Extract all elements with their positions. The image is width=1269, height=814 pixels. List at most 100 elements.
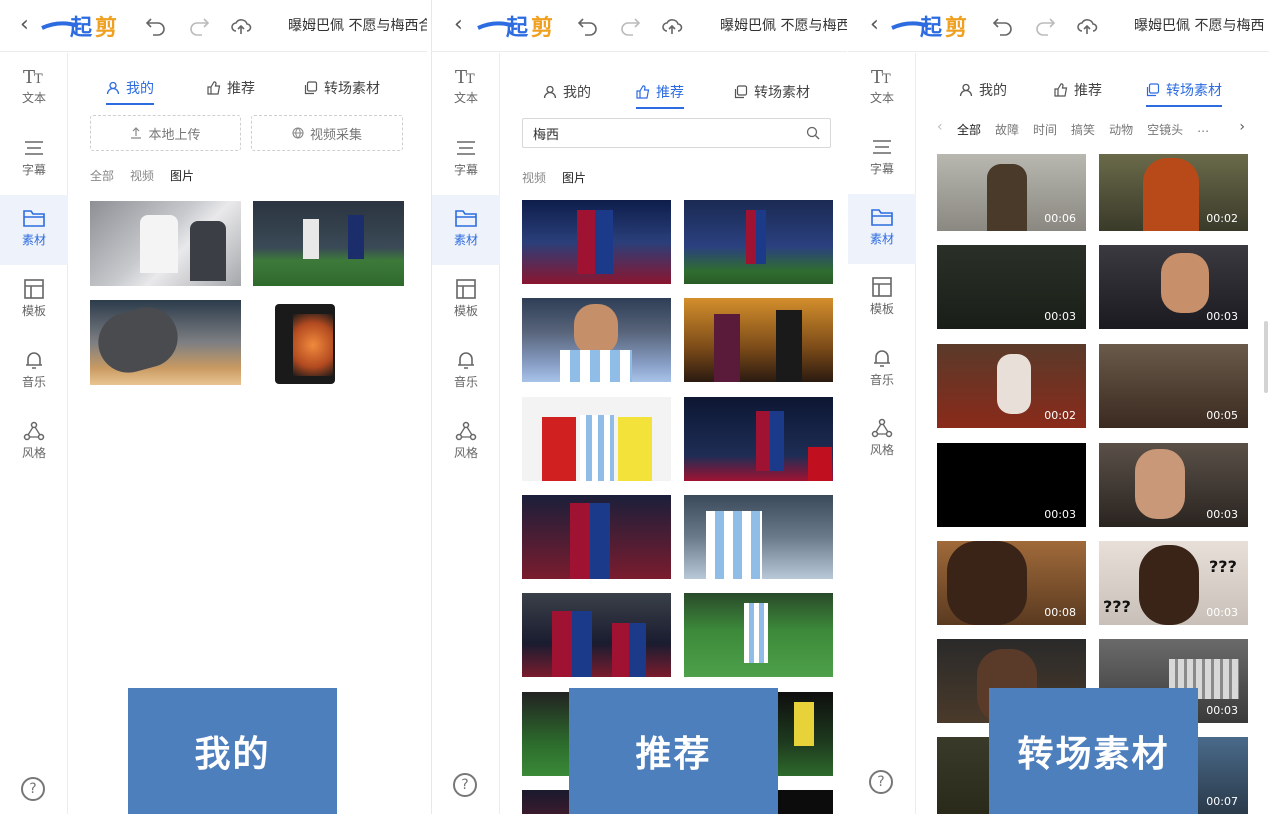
sidebar-item-label: 字幕 xyxy=(848,160,916,177)
panel-mine: ‹ 起 剪 曝姆巴佩 不愿与梅西合 TT 文本 字幕 素材 模板 音乐 xyxy=(0,0,427,814)
tab-label: 我的 xyxy=(979,80,1007,100)
video-thumbnail[interactable]: 00:03 xyxy=(937,443,1086,527)
upload-local-button[interactable]: 本地上传 xyxy=(90,115,241,151)
tab-transition[interactable]: 转场素材 xyxy=(734,77,810,107)
filter-video[interactable]: 视频 xyxy=(130,167,154,184)
redo-icon[interactable] xyxy=(619,16,641,36)
search-icon[interactable] xyxy=(806,126,820,140)
sidebar-item-text[interactable]: TT 文本 xyxy=(432,53,500,123)
tab-transition[interactable]: 转场素材 xyxy=(304,73,380,103)
filter-image[interactable]: 图片 xyxy=(170,167,194,184)
image-thumbnail[interactable] xyxy=(522,298,671,382)
tab-mine[interactable]: 我的 xyxy=(106,73,154,103)
template-icon xyxy=(22,278,46,300)
image-thumbnail[interactable] xyxy=(684,200,833,284)
scrollbar[interactable] xyxy=(1264,321,1268,393)
image-thumbnail[interactable] xyxy=(522,397,671,481)
category-empty-shot[interactable]: 空镜头 xyxy=(1147,121,1183,138)
help-icon[interactable]: ? xyxy=(453,773,477,797)
duration-label: 00:02 xyxy=(1206,212,1238,225)
image-thumbnail[interactable] xyxy=(684,593,833,677)
category-more[interactable]: … xyxy=(1197,121,1209,138)
image-thumbnail[interactable] xyxy=(684,397,833,481)
thumbs-up-icon xyxy=(636,85,650,99)
undo-icon[interactable] xyxy=(577,16,599,36)
help-icon[interactable]: ? xyxy=(869,770,893,794)
video-thumbnail[interactable]: 00:02 xyxy=(937,344,1086,428)
image-thumbnail[interactable] xyxy=(684,298,833,382)
video-thumbnail[interactable]: 00:03 xyxy=(1099,245,1248,329)
duration-label: 00:06 xyxy=(1044,212,1076,225)
sidebar-item-material[interactable]: 素材 xyxy=(432,195,500,265)
sidebar-item-style[interactable]: 风格 xyxy=(432,408,500,478)
back-icon[interactable]: ‹ xyxy=(870,12,879,37)
video-thumbnail[interactable]: 00:03 xyxy=(1099,443,1248,527)
category-all[interactable]: 全部 xyxy=(957,121,981,138)
video-thumbnail[interactable]: ??? ??? 00:03 xyxy=(1099,541,1248,625)
template-icon xyxy=(454,278,478,300)
sidebar-item-style[interactable]: 风格 xyxy=(0,408,68,478)
sidebar-item-template[interactable]: 模板 xyxy=(432,266,500,336)
sidebar-item-music[interactable]: 音乐 xyxy=(432,337,500,407)
image-thumbnail[interactable] xyxy=(684,495,833,579)
bell-icon xyxy=(870,347,894,369)
sidebar-item-music[interactable]: 音乐 xyxy=(0,337,68,407)
thumbs-up-icon xyxy=(1054,83,1068,97)
tab-label: 转场素材 xyxy=(754,82,810,102)
category-time[interactable]: 时间 xyxy=(1033,121,1057,138)
redo-icon[interactable] xyxy=(1034,16,1056,36)
image-thumbnail[interactable] xyxy=(522,495,671,579)
video-thumbnail[interactable]: 00:02 xyxy=(1099,154,1248,231)
category-animal[interactable]: 动物 xyxy=(1109,121,1133,138)
sidebar-item-subtitle[interactable]: 字幕 xyxy=(0,125,68,195)
image-thumbnail[interactable] xyxy=(253,201,404,286)
undo-icon[interactable] xyxy=(992,16,1014,36)
sidebar-item-template[interactable]: 模板 xyxy=(0,266,68,336)
image-thumbnail[interactable] xyxy=(522,593,671,677)
filter-image[interactable]: 图片 xyxy=(562,169,586,186)
filter-all[interactable]: 全部 xyxy=(90,167,114,184)
tab-mine[interactable]: 我的 xyxy=(959,75,1007,105)
help-icon[interactable]: ? xyxy=(21,777,45,801)
filter-video[interactable]: 视频 xyxy=(522,169,546,186)
video-thumbnail[interactable]: 00:03 xyxy=(937,245,1086,329)
sidebar-item-material[interactable]: 素材 xyxy=(0,195,68,265)
tab-recommend[interactable]: 推荐 xyxy=(207,73,255,103)
category-funny[interactable]: 搞笑 xyxy=(1071,121,1095,138)
image-thumbnail[interactable] xyxy=(522,200,671,284)
redo-icon[interactable] xyxy=(188,16,210,36)
image-thumbnail[interactable] xyxy=(253,300,404,385)
back-icon[interactable]: ‹ xyxy=(20,12,29,37)
svg-text:剪: 剪 xyxy=(95,15,117,41)
search-input[interactable]: 梅西 xyxy=(522,118,831,148)
undo-icon[interactable] xyxy=(145,16,167,36)
video-capture-button[interactable]: 视频采集 xyxy=(251,115,403,151)
duration-label: 00:05 xyxy=(1206,409,1238,422)
tab-transition[interactable]: 转场素材 xyxy=(1146,75,1222,105)
sidebar-item-material[interactable]: 素材 xyxy=(848,194,916,264)
sidebar-item-style[interactable]: 风格 xyxy=(848,405,916,475)
logo-icon: 起 剪 xyxy=(476,8,564,44)
video-thumbnail[interactable]: 00:05 xyxy=(1099,344,1248,428)
sidebar-item-subtitle[interactable]: 字幕 xyxy=(432,125,500,195)
video-thumbnail[interactable]: 00:08 xyxy=(937,541,1086,625)
tab-recommend[interactable]: 推荐 xyxy=(636,77,684,107)
sidebar-item-template[interactable]: 模板 xyxy=(848,264,916,334)
image-thumbnail[interactable] xyxy=(90,201,241,286)
tab-mine[interactable]: 我的 xyxy=(543,77,591,107)
cloud-upload-icon[interactable] xyxy=(661,16,683,36)
sidebar-item-music[interactable]: 音乐 xyxy=(848,335,916,405)
image-thumbnail[interactable] xyxy=(90,300,241,385)
sidebar-item-text[interactable]: TT 文本 xyxy=(848,53,916,123)
sidebar-item-text[interactable]: TT 文本 xyxy=(0,53,68,123)
cloud-upload-icon[interactable] xyxy=(1076,16,1098,36)
video-thumbnail[interactable]: 00:06 xyxy=(937,154,1086,231)
chevron-left-icon[interactable]: ‹ xyxy=(937,119,943,135)
tab-recommend[interactable]: 推荐 xyxy=(1054,75,1102,105)
cloud-upload-icon[interactable] xyxy=(230,16,252,36)
category-glitch[interactable]: 故障 xyxy=(995,121,1019,138)
sidebar-item-subtitle[interactable]: 字幕 xyxy=(848,124,916,194)
tab-label: 推荐 xyxy=(227,78,255,98)
back-icon[interactable]: ‹ xyxy=(454,12,463,37)
chevron-right-icon[interactable]: › xyxy=(1239,119,1245,135)
